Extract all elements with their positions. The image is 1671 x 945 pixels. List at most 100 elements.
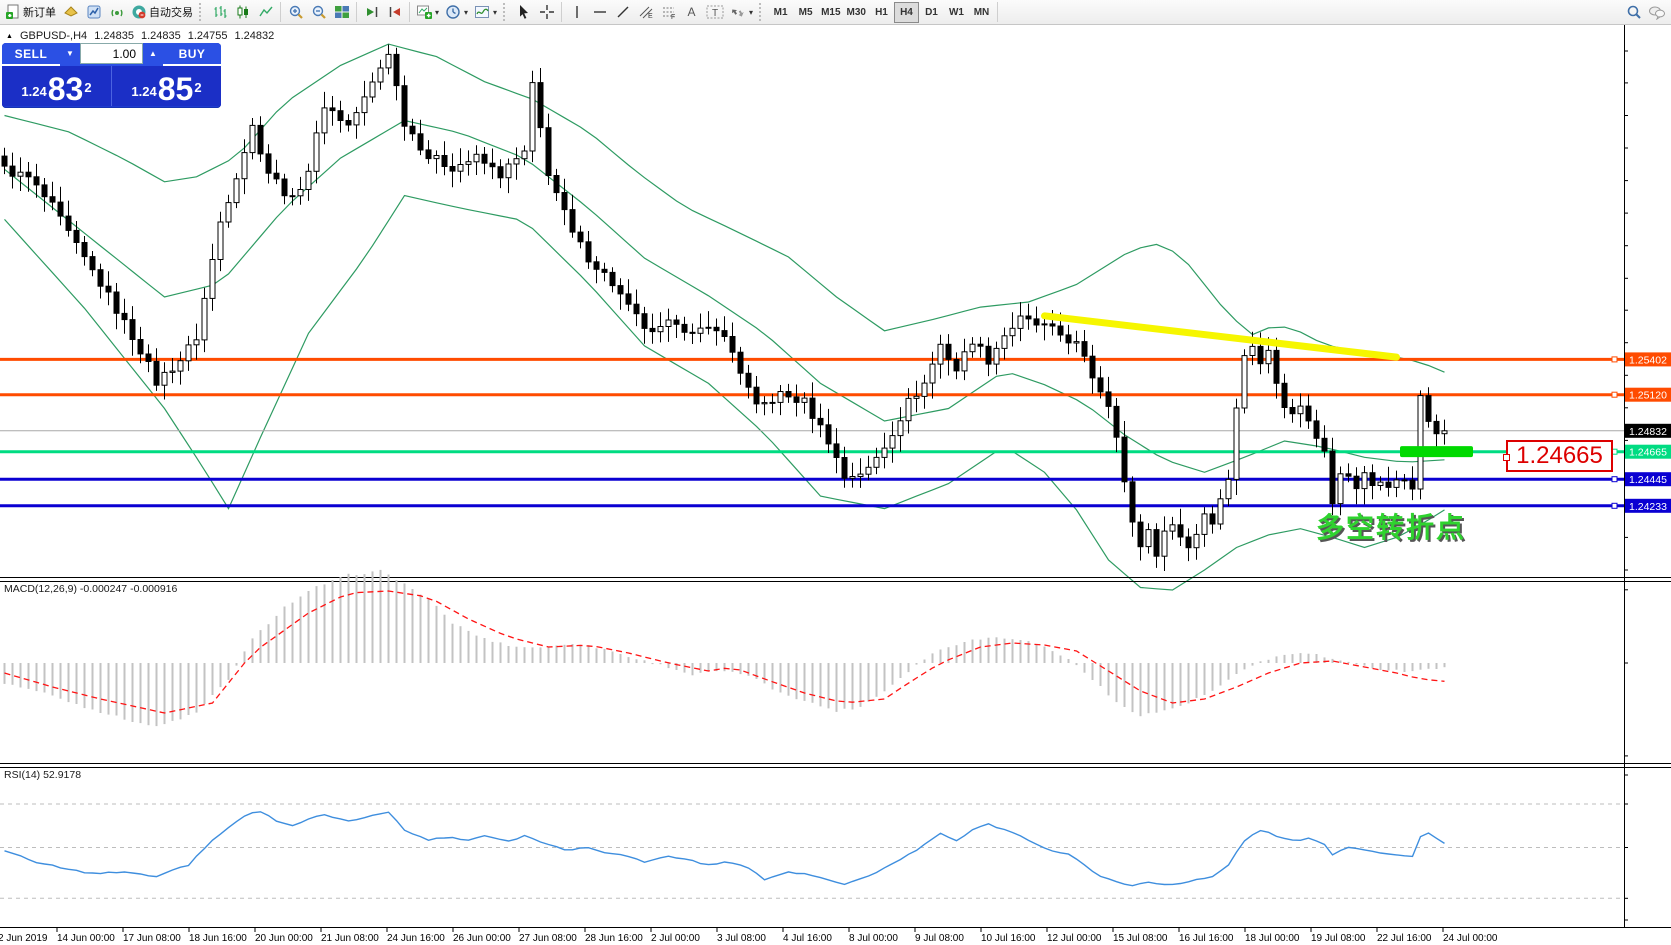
auto-scroll-icon [387,4,403,20]
toolbar-grip[interactable] [199,3,205,21]
text-label-button[interactable]: T [703,2,727,23]
new-chart-button[interactable]: ▾ [413,2,442,23]
chart-shift-button[interactable] [360,2,383,23]
volume-decrease-button[interactable]: ▼ [60,43,80,64]
price-callout-box[interactable]: 1.24665 [1506,440,1613,472]
date-label: 4 Jul 16:00 [783,933,832,944]
timeframe-m5-button[interactable]: M5 [793,2,818,23]
vertical-line-button[interactable] [565,2,588,23]
metaeditor-button[interactable] [59,2,82,23]
macd-indicator-label: MACD(12,26,9) -0.000247 -0.000916 [4,583,177,595]
date-label: 9 Jul 08:00 [915,933,964,944]
main-toolbar: 新订单 自动交易 ▾ ▾ [0,0,1671,25]
buy-price-pip: 2 [194,74,201,103]
timeframe-h1-button[interactable]: H1 [869,2,894,23]
signals-icon [109,4,125,20]
buy-price[interactable]: 1.24 85 2 [112,66,221,106]
bar-chart-icon [212,4,228,20]
bar-chart-button[interactable] [208,2,231,23]
timeframe-mn-button[interactable]: MN [969,2,994,23]
autotrading-label: 自动交易 [149,4,193,20]
ohlc-high: 1.24835 [141,30,181,42]
svg-text:E: E [648,13,653,20]
arrows-icon [730,4,746,20]
tile-windows-button[interactable] [330,2,353,23]
ohlc-low: 1.24755 [188,30,228,42]
text-button[interactable]: A [680,2,703,23]
svg-text:T: T [712,8,718,19]
new-order-button[interactable]: 新订单 [2,2,59,23]
date-label: 20 Jun 00:00 [255,933,313,944]
profiles-button[interactable]: ▾ [442,2,471,23]
buy-price-small: 1.24 [131,82,156,103]
search-button[interactable] [1622,2,1645,23]
zoom-in-button[interactable] [284,2,307,23]
date-label: 18 Jun 16:00 [189,933,247,944]
hline-handle[interactable] [1612,357,1617,362]
symbol-header: ▲ GBPUSD-,H4 1.24835 1.24835 1.24755 1.2… [6,30,274,42]
hline-handle[interactable] [1612,503,1617,508]
trendline-button[interactable] [611,2,634,23]
vertical-line-icon [569,4,585,20]
autotrading-button[interactable]: 自动交易 [128,2,196,23]
svg-text:1.25120: 1.25120 [1629,390,1667,402]
date-label: 10 Jul 16:00 [981,933,1036,944]
date-label: 18 Jul 00:00 [1245,933,1300,944]
svg-text:F: F [671,14,675,20]
green-highlight-bar[interactable] [1400,446,1473,457]
metaeditor-icon [63,4,79,20]
timeframe-m30-button[interactable]: M30 [844,2,869,23]
date-label: 21 Jun 08:00 [321,933,379,944]
svg-text:1.24233: 1.24233 [1629,501,1667,513]
line-chart-button[interactable] [254,2,277,23]
symbol-collapse-icon[interactable]: ▲ [6,33,13,40]
timeframe-d1-button[interactable]: D1 [919,2,944,23]
profiles-icon [445,4,461,20]
timeframe-w1-button[interactable]: W1 [944,2,969,23]
ohlc-close: 1.24832 [234,30,274,42]
one-click-trading-panel: SELL ▼ 1.00 ▲ BUY 1.24 83 2 1.24 85 2 [2,43,221,108]
zoom-out-button[interactable] [307,2,330,23]
sell-button[interactable]: SELL [2,43,60,66]
timeframe-m1-button[interactable]: M1 [768,2,793,23]
fibonacci-button[interactable]: F [657,2,680,23]
buy-price-big: 85 [158,76,194,103]
new-order-label: 新订单 [23,4,56,20]
search-icon [1626,4,1642,20]
toolbar-grip[interactable] [759,3,765,21]
signals-button[interactable] [105,2,128,23]
timeframe-m15-button[interactable]: M15 [818,2,843,23]
horizontal-line-button[interactable] [588,2,611,23]
volume-increase-button[interactable]: ▲ [143,43,163,64]
indicators-button[interactable]: ▾ [471,2,500,23]
zoom-in-icon [288,4,304,20]
hline-handle[interactable] [1612,392,1617,397]
svg-text:1.24445: 1.24445 [1629,474,1667,486]
chevron-down-icon: ▾ [435,8,439,17]
hline-handle[interactable] [1612,477,1617,482]
timeframe-h4-button[interactable]: H4 [894,2,919,23]
candlestick-chart-icon [235,4,251,20]
price-chart-canvas: 1.278651.276101.273501.270901.268301.265… [0,25,1671,945]
equidistant-channel-button[interactable]: E [634,2,657,23]
volume-input[interactable]: 1.00 [80,43,143,64]
cursor-button[interactable] [512,2,535,23]
turning-point-annotation[interactable]: 多空转折点 [1316,506,1466,546]
trendline-icon [615,4,631,20]
sell-price[interactable]: 1.24 83 2 [2,66,112,106]
date-label: 27 Jun 08:00 [519,933,577,944]
cursor-icon [516,4,532,20]
toolbar-separator [280,2,281,22]
arrows-button[interactable]: ▾ [727,2,756,23]
crosshair-button[interactable] [535,2,558,23]
chart-shift-icon [364,4,380,20]
market-button[interactable] [82,2,105,23]
toolbar-separator [356,2,357,22]
auto-scroll-button[interactable] [383,2,406,23]
date-label: 17 Jun 08:00 [123,933,181,944]
fibonacci-icon: F [661,4,677,20]
buy-button[interactable]: BUY [163,43,221,66]
chat-button[interactable] [1645,2,1669,23]
toolbar-grip[interactable] [503,3,509,21]
candlestick-chart-button[interactable] [231,2,254,23]
